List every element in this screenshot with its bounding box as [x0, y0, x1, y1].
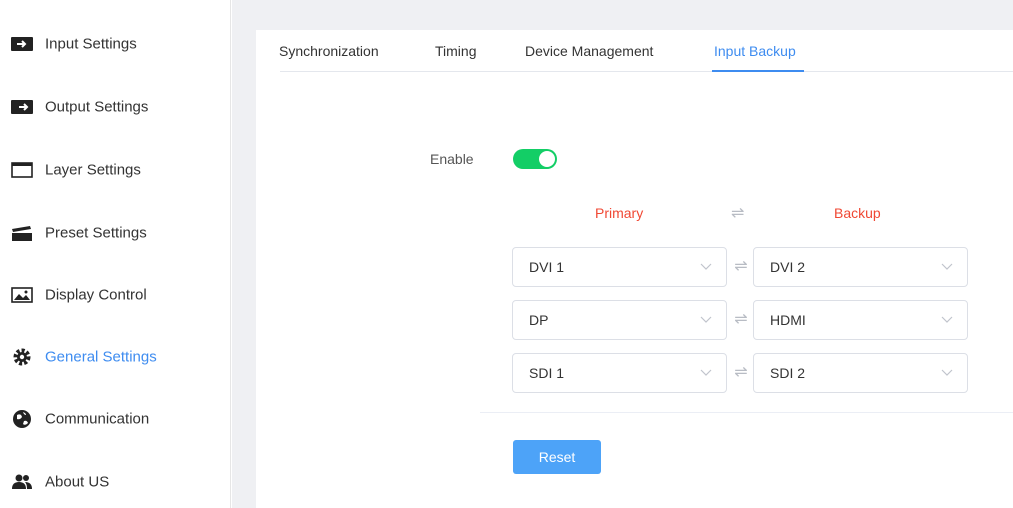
sidebar-item-output-settings[interactable]: Output Settings [0, 87, 230, 127]
chevron-down-icon [700, 316, 712, 323]
chevron-down-icon [700, 263, 712, 270]
window-icon [11, 161, 33, 179]
sidebar-item-label: General Settings [45, 348, 157, 366]
sidebar-item-display-control[interactable]: Display Control [0, 275, 230, 315]
backup-select-2[interactable]: HDMI [753, 300, 968, 340]
sidebar-item-label: Layer Settings [45, 161, 141, 179]
swap-icon[interactable]: ⇌ [731, 312, 751, 328]
chevron-down-icon [941, 263, 953, 270]
sidebar-item-label: Communication [45, 410, 150, 428]
users-icon [11, 473, 33, 491]
sidebar-item-communication[interactable]: Communication [0, 399, 230, 439]
globe-icon [11, 410, 33, 428]
sidebar-item-label: Preset Settings [45, 224, 147, 242]
toggle-knob [539, 151, 555, 167]
output-icon [11, 98, 33, 116]
sidebar-item-general-settings[interactable]: General Settings [0, 337, 230, 377]
select-value: SDI 2 [770, 365, 806, 381]
sidebar-item-preset-settings[interactable]: Preset Settings [0, 213, 230, 253]
sidebar-item-label: Display Control [45, 286, 147, 304]
swap-icon[interactable]: ⇌ [731, 259, 751, 275]
sidebar-item-about-us[interactable]: About US [0, 462, 230, 502]
sidebar: Input Settings Output Settings Layer Set… [0, 0, 231, 508]
primary-select-2[interactable]: DP [512, 300, 727, 340]
select-value: HDMI [770, 312, 806, 328]
backup-select-1[interactable]: DVI 2 [753, 247, 968, 287]
sidebar-item-label: About US [45, 473, 110, 491]
select-value: DVI 1 [529, 259, 565, 275]
input-icon [11, 35, 33, 53]
tab-input-backup[interactable]: Input Backup [714, 43, 796, 59]
clapperboard-icon [11, 224, 33, 242]
sidebar-item-label: Output Settings [45, 98, 149, 116]
swap-header-icon: ⇌ [731, 205, 745, 222]
tab-timing[interactable]: Timing [435, 43, 477, 59]
select-value: DP [529, 312, 549, 328]
form-divider [480, 412, 1013, 413]
select-value: SDI 1 [529, 365, 565, 381]
chevron-down-icon [700, 369, 712, 376]
chevron-down-icon [941, 369, 953, 376]
image-icon [11, 286, 33, 304]
primary-select-1[interactable]: DVI 1 [512, 247, 727, 287]
backup-header: Backup [834, 205, 881, 221]
tab-device-management[interactable]: Device Management [525, 43, 653, 59]
sidebar-item-label: Input Settings [45, 35, 137, 53]
primary-header: Primary [595, 205, 644, 221]
sidebar-item-layer-settings[interactable]: Layer Settings [0, 150, 230, 190]
reset-button[interactable]: Reset [513, 440, 601, 474]
chevron-down-icon [941, 316, 953, 323]
tab-synchronization[interactable]: Synchronization [279, 43, 379, 59]
tab-bar-divider [280, 71, 1013, 72]
select-value: DVI 2 [770, 259, 806, 275]
primary-select-3[interactable]: SDI 1 [512, 353, 727, 393]
active-tab-indicator [712, 70, 804, 72]
gear-icon [11, 348, 33, 366]
enable-toggle[interactable] [513, 149, 557, 169]
backup-select-3[interactable]: SDI 2 [753, 353, 968, 393]
swap-icon[interactable]: ⇌ [731, 365, 751, 381]
sidebar-item-input-settings[interactable]: Input Settings [0, 24, 230, 64]
enable-label: Enable [430, 151, 474, 167]
